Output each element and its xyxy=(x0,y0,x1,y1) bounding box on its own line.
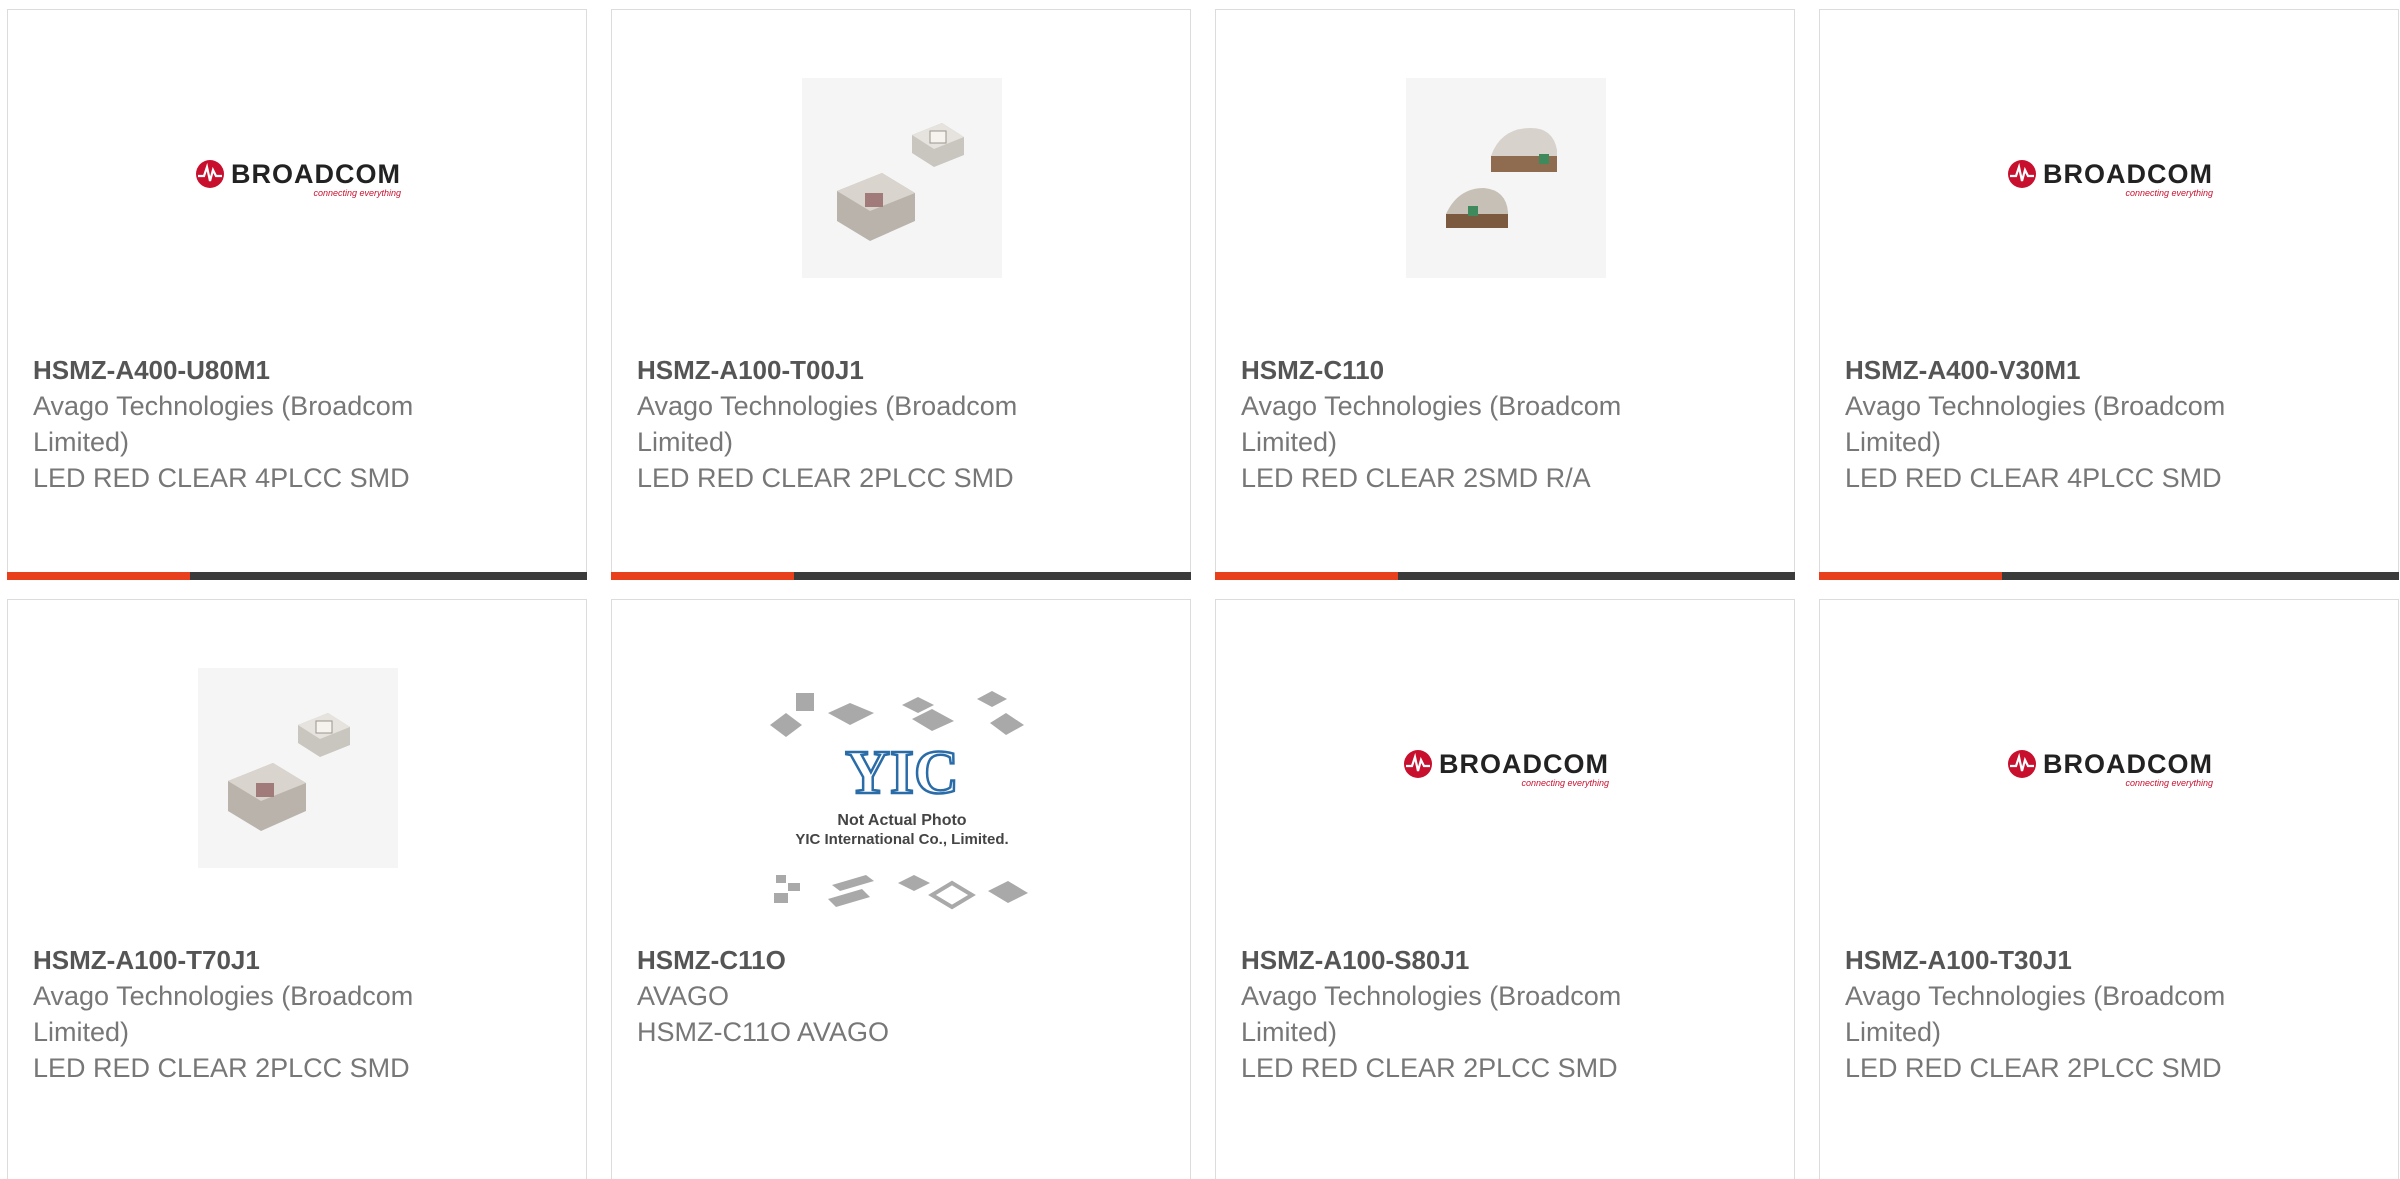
svg-text:YIC International Co., Limited: YIC International Co., Limited. xyxy=(795,831,1008,848)
description: LED RED CLEAR 2PLCC SMD xyxy=(33,1053,410,1083)
product-grid: BROADCOM connecting everything HSMZ-A400… xyxy=(0,0,2400,1179)
product-card[interactable]: HSMZ-C110 Avago Technologies (Broadcom L… xyxy=(1215,9,1795,580)
description: LED RED CLEAR 4PLCC SMD xyxy=(1845,463,2222,493)
card-bottom-bar xyxy=(611,572,1191,580)
part-number[interactable]: HSMZ-A100-S80J1 xyxy=(1241,942,1774,978)
product-card[interactable]: HSMZ-A100-T70J1 Avago Technologies (Broa… xyxy=(7,599,587,1179)
svg-text:YIC: YIC xyxy=(845,739,959,807)
broadcom-logo: BROADCOM connecting everything xyxy=(1403,749,1609,788)
broadcom-logo: BROADCOM connecting everything xyxy=(2007,749,2213,788)
manufacturer: Avago Technologies (Broadcom Limited) xyxy=(33,391,414,457)
product-image xyxy=(1406,78,1606,278)
broadcom-pulse-icon xyxy=(2008,750,2036,778)
broadcom-logo: BROADCOM connecting everything xyxy=(2007,159,2213,198)
broadcom-pulse-icon xyxy=(2008,160,2036,188)
description: HSMZ-C11O AVAGO xyxy=(637,1017,890,1047)
product-image xyxy=(198,668,398,868)
card-bottom-bar xyxy=(1215,572,1795,580)
manufacturer: Avago Technologies (Broadcom Limited) xyxy=(637,391,1018,457)
plcc-led-icon xyxy=(228,713,350,831)
product-image: BROADCOM connecting everything xyxy=(2007,668,2213,868)
smd-ra-led-icon xyxy=(1446,128,1557,228)
broadcom-logo: BROADCOM connecting everything xyxy=(195,159,401,198)
product-image: YIC Not Actual Photo YIC International C… xyxy=(762,685,1042,935)
description: LED RED CLEAR 2PLCC SMD xyxy=(1845,1053,2222,1083)
manufacturer: Avago Technologies (Broadcom Limited) xyxy=(1241,391,1622,457)
card-bottom-bar xyxy=(1819,572,2399,580)
svg-text:Not Actual Photo: Not Actual Photo xyxy=(837,812,966,829)
part-number[interactable]: HSMZ-C11O xyxy=(637,942,1170,978)
product-card[interactable]: BROADCOM connecting everything HSMZ-A100… xyxy=(1819,599,2399,1179)
broadcom-pulse-icon xyxy=(196,160,224,188)
product-image: BROADCOM connecting everything xyxy=(195,78,401,278)
product-card[interactable]: YIC Not Actual Photo YIC International C… xyxy=(611,599,1191,1179)
part-number[interactable]: HSMZ-A100-T70J1 xyxy=(33,942,566,978)
product-image: BROADCOM connecting everything xyxy=(1403,668,1609,868)
manufacturer: Avago Technologies (Broadcom Limited) xyxy=(1241,981,1622,1047)
part-number[interactable]: HSMZ-A100-T00J1 xyxy=(637,352,1170,388)
product-image: BROADCOM connecting everything xyxy=(2007,78,2213,278)
manufacturer: AVAGO xyxy=(637,981,730,1011)
yic-placeholder-image: YIC Not Actual Photo YIC International C… xyxy=(770,691,1028,910)
description: LED RED CLEAR 2PLCC SMD xyxy=(1241,1053,1618,1083)
manufacturer: Avago Technologies (Broadcom Limited) xyxy=(1845,391,2226,457)
description: LED RED CLEAR 2SMD R/A xyxy=(1241,463,1591,493)
description: LED RED CLEAR 4PLCC SMD xyxy=(33,463,410,493)
description: LED RED CLEAR 2PLCC SMD xyxy=(637,463,1014,493)
part-number[interactable]: HSMZ-A100-T30J1 xyxy=(1845,942,2378,978)
plcc-led-icon xyxy=(837,123,964,241)
broadcom-pulse-icon xyxy=(1404,750,1432,778)
product-card[interactable]: BROADCOM connecting everything HSMZ-A400… xyxy=(1819,9,2399,580)
part-number[interactable]: HSMZ-A400-V30M1 xyxy=(1845,352,2378,388)
part-number[interactable]: HSMZ-C110 xyxy=(1241,352,1774,388)
card-bottom-bar xyxy=(7,572,587,580)
part-number[interactable]: HSMZ-A400-U80M1 xyxy=(33,352,566,388)
product-card[interactable]: HSMZ-A100-T00J1 Avago Technologies (Broa… xyxy=(611,9,1191,580)
manufacturer: Avago Technologies (Broadcom Limited) xyxy=(33,981,414,1047)
product-image xyxy=(802,78,1002,278)
product-card[interactable]: BROADCOM connecting everything HSMZ-A400… xyxy=(7,9,587,580)
product-card[interactable]: BROADCOM connecting everything HSMZ-A100… xyxy=(1215,599,1795,1179)
manufacturer: Avago Technologies (Broadcom Limited) xyxy=(1845,981,2226,1047)
